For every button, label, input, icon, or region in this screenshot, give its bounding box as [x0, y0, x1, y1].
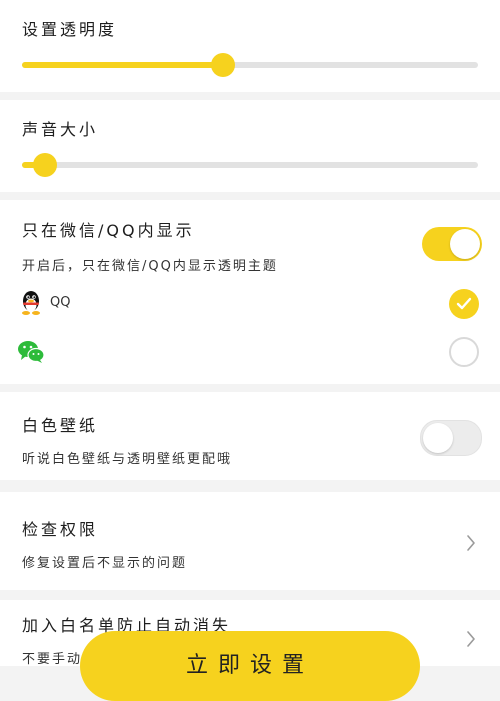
volume-slider[interactable]	[22, 153, 478, 177]
volume-title: 声音大小	[22, 120, 99, 139]
app-row-wechat[interactable]	[0, 332, 500, 372]
opacity-slider-thumb[interactable]	[210, 53, 235, 77]
chevron-right-icon	[467, 535, 475, 551]
white-wallpaper-description: 听说白色壁纸与透明壁纸更配哦	[22, 452, 233, 467]
opacity-title: 设置透明度	[22, 20, 118, 39]
white-wallpaper-title: 白色壁纸	[22, 416, 99, 435]
only-wechat-qq-section: 只在微信/QQ内显示 开启后，只在微信/QQ内显示透明主题 QQ	[0, 200, 500, 384]
opacity-slider[interactable]	[22, 53, 478, 77]
volume-slider-thumb[interactable]	[32, 153, 57, 177]
wechat-checkbox[interactable]	[449, 337, 479, 367]
qq-penguin-icon	[22, 291, 40, 315]
opacity-section: 设置透明度	[0, 0, 500, 92]
only-wechat-qq-title: 只在微信/QQ内显示	[22, 221, 195, 240]
whitelist-description: 不要手动	[22, 652, 83, 667]
toggle-knob	[423, 423, 453, 453]
checkmark-icon	[456, 297, 472, 310]
app-label-qq: QQ	[50, 295, 71, 310]
white-wallpaper-section: 白色壁纸 听说白色壁纸与透明壁纸更配哦	[0, 392, 500, 480]
app-row-qq[interactable]: QQ	[0, 284, 500, 324]
only-wechat-qq-toggle[interactable]	[422, 227, 482, 261]
only-wechat-qq-description: 开启后，只在微信/QQ内显示透明主题	[22, 259, 278, 274]
wechat-icon	[18, 341, 45, 363]
opacity-slider-fill	[22, 62, 223, 68]
qq-checkbox[interactable]	[449, 289, 479, 319]
check-permissions-description: 修复设置后不显示的问题	[22, 556, 188, 571]
apply-settings-label: 立即设置	[185, 653, 314, 678]
toggle-knob	[450, 229, 480, 259]
chevron-right-icon	[467, 631, 475, 647]
volume-section: 声音大小	[0, 100, 500, 192]
apply-settings-button[interactable]: 立即设置	[80, 631, 420, 701]
check-permissions-title: 检查权限	[22, 520, 99, 539]
check-permissions-row[interactable]: 检查权限 修复设置后不显示的问题	[0, 492, 500, 590]
white-wallpaper-toggle[interactable]	[420, 420, 482, 456]
